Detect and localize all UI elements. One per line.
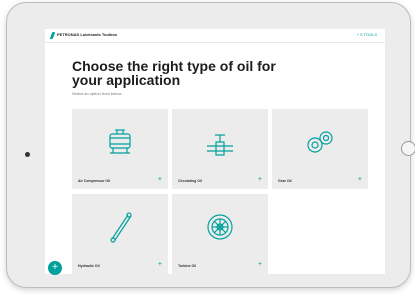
turbine-icon <box>207 214 233 240</box>
app-screen: PETRONAS Lubricants Toolbox + 5 TOOLS Ch… <box>45 29 385 274</box>
plus-icon: + <box>257 176 262 183</box>
card-label: Air Compressor Oil <box>78 179 111 183</box>
card-turbine-oil[interactable]: Turbine Oil + <box>172 194 268 274</box>
page-title: Choose the right type of oil for your ap… <box>72 58 276 88</box>
top-bar: PETRONAS Lubricants Toolbox + 5 TOOLS <box>45 29 385 43</box>
plus-icon: + <box>157 176 162 183</box>
card-hydraulic-oil[interactable]: Hydraulic Oil + <box>72 194 168 274</box>
air-compressor-icon <box>109 129 131 154</box>
card-label: Turbine Oil <box>178 264 197 268</box>
home-button[interactable] <box>401 141 415 156</box>
app-name: PETRONAS Lubricants Toolbox <box>57 32 118 37</box>
plus-icon: + <box>357 176 362 183</box>
card-air-compressor-oil[interactable]: Air Compressor Oil + <box>72 109 168 189</box>
gears-icon <box>307 131 333 153</box>
tablet-frame: PETRONAS Lubricants Toolbox + 5 TOOLS Ch… <box>6 2 415 288</box>
card-gear-oil[interactable]: Gear Oil + <box>272 109 368 189</box>
camera-dot <box>25 152 30 157</box>
plus-icon: + <box>157 261 162 268</box>
hydraulic-cylinder-icon <box>110 212 132 243</box>
petronas-logo-icon <box>49 32 56 39</box>
valve-pipe-icon <box>207 134 233 156</box>
fab-add-button[interactable]: + <box>48 261 62 275</box>
card-label: Hydraulic Oil <box>78 264 100 268</box>
tools-link[interactable]: + 5 TOOLS <box>357 32 377 37</box>
plus-icon: + <box>257 261 262 268</box>
page-subtitle: Select an option from below <box>72 91 122 96</box>
card-label: Circulating Oil <box>178 179 202 183</box>
card-label: Gear Oil <box>278 179 292 183</box>
card-circulating-oil[interactable]: Circulating Oil + <box>172 109 268 189</box>
